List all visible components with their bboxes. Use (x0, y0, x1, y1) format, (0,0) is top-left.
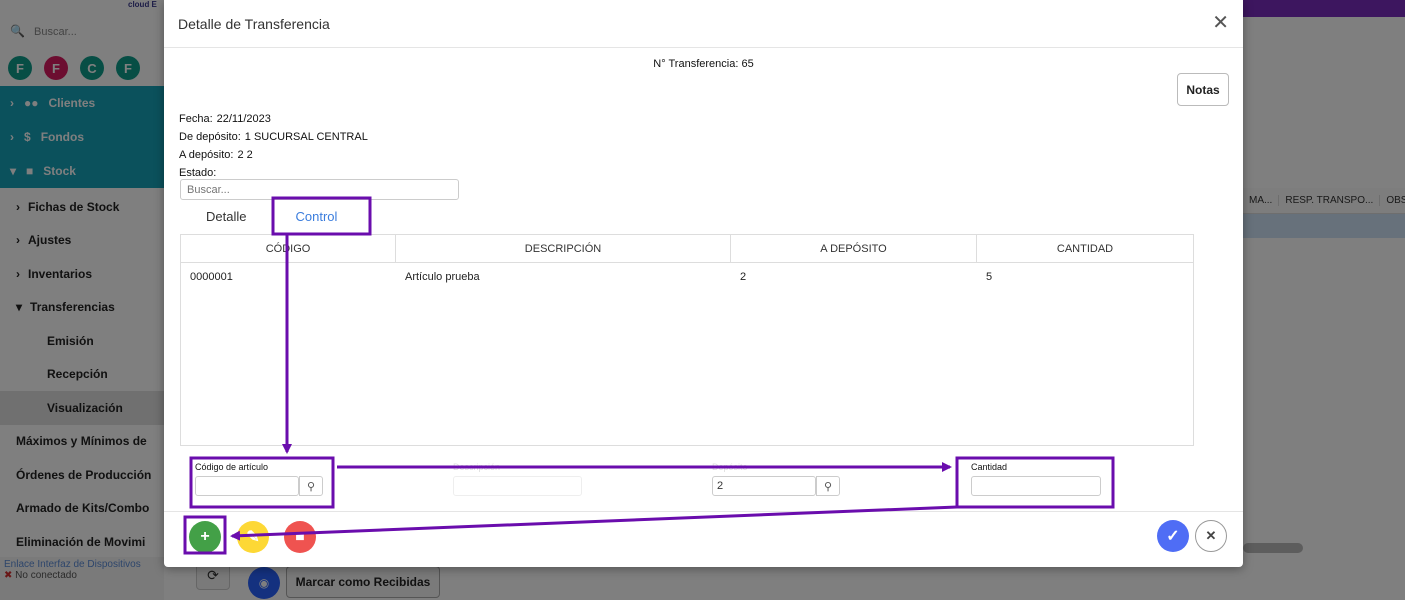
plus-icon: + (200, 528, 210, 545)
check-icon: ✓ (1166, 528, 1180, 545)
a-deposito-label: A depósito: (179, 149, 234, 161)
cell-a-deposito: 2 (740, 271, 747, 283)
close-icon[interactable]: ✕ (1212, 10, 1229, 35)
codigo-label: Código de artículo (195, 462, 269, 472)
items-table: CÓDIGO DESCRIPCIÓN A DEPÓSITO CANTIDAD 0… (180, 234, 1194, 446)
descripcion-label: Descripción (453, 462, 501, 472)
table-row[interactable]: 0000001 Artículo prueba 2 5 (181, 263, 1193, 291)
fecha-value: 22/11/2023 (216, 113, 271, 125)
cancel-button[interactable]: ✕ (1195, 520, 1227, 552)
deposito-search-button[interactable]: ⚲ (816, 476, 840, 496)
deposito-label: Depósito (712, 462, 748, 472)
search-input[interactable] (180, 179, 459, 200)
cantidad-field: Cantidad (971, 462, 1101, 496)
column-header-a-deposito[interactable]: A DEPÓSITO (731, 235, 977, 262)
table-header: CÓDIGO DESCRIPCIÓN A DEPÓSITO CANTIDAD (181, 235, 1193, 263)
codigo-search-button[interactable]: ⚲ (299, 476, 323, 496)
codigo-input[interactable] (195, 476, 299, 496)
descripcion-input (453, 476, 582, 496)
modal-title: Detalle de Transferencia (178, 15, 330, 32)
de-deposito-label: De depósito: (179, 131, 241, 143)
cantidad-input[interactable] (971, 476, 1101, 496)
descripcion-field: Descripción (453, 462, 582, 496)
trash-icon: ■ (295, 528, 305, 545)
modal-header: Detalle de Transferencia ✕ (164, 0, 1243, 48)
delete-button[interactable]: ■ (284, 521, 316, 553)
search-icon: ⚲ (306, 480, 316, 493)
pencil-icon: ✎ (246, 529, 260, 546)
edit-button[interactable]: ✎ (237, 521, 269, 553)
a-deposito-value: 2 2 (237, 149, 253, 161)
cell-descripcion: Artículo prueba (405, 271, 480, 283)
column-header-codigo[interactable]: CÓDIGO (181, 235, 396, 262)
tab-bar: Detalle Control (188, 200, 364, 232)
transfer-detail-modal: Detalle de Transferencia ✕ N° Transferen… (164, 0, 1243, 567)
confirm-button[interactable]: ✓ (1157, 520, 1189, 552)
transfer-number: N° Transferencia: 65 (653, 58, 754, 70)
cell-cantidad: 5 (986, 271, 993, 283)
cantidad-label: Cantidad (971, 462, 1008, 472)
deposito-input[interactable]: 2 (712, 476, 816, 496)
notes-button[interactable]: Notas (1177, 73, 1229, 106)
transfer-info: Fecha: 22/11/2023 De depósito: 1 SUCURSAL … (179, 110, 368, 182)
tab-control[interactable]: Control (268, 200, 364, 232)
codigo-field: Código de artículo ⚲ (195, 462, 323, 496)
de-deposito-value: 1 SUCURSAL CENTRAL (244, 131, 368, 143)
deposito-field: Depósito 2 ⚲ (712, 462, 840, 496)
estado-label: Estado: (179, 167, 217, 179)
search-icon: ⚲ (823, 480, 833, 493)
add-button[interactable]: + (189, 521, 221, 553)
close-icon: ✕ (1205, 528, 1217, 543)
column-header-descripcion[interactable]: DESCRIPCIÓN (396, 235, 731, 262)
column-header-cantidad[interactable]: CANTIDAD (977, 235, 1193, 262)
modal-footer: + ✎ ■ ✓ ✕ (164, 511, 1243, 567)
fecha-label: Fecha: (179, 113, 213, 125)
cell-codigo: 0000001 (190, 271, 233, 283)
tab-detalle[interactable]: Detalle (188, 200, 264, 232)
